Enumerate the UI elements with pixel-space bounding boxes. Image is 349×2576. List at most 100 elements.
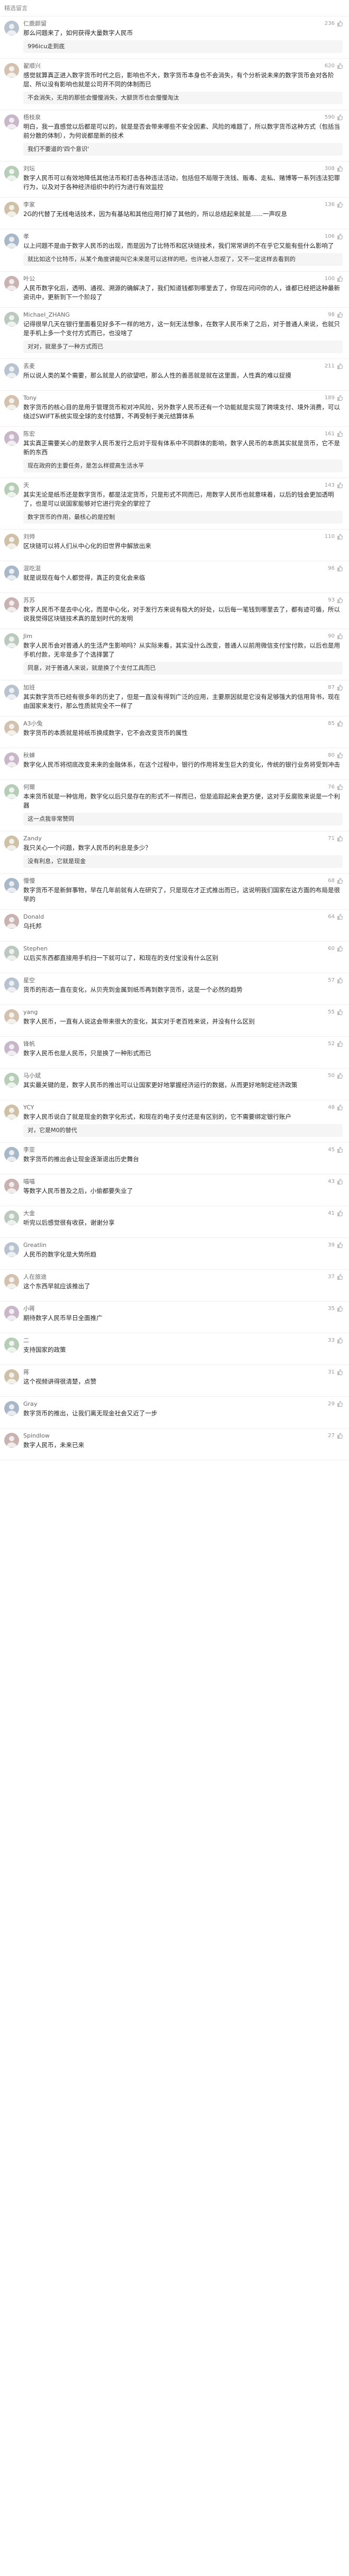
like-button[interactable]: 60 xyxy=(328,946,343,952)
like-button[interactable]: 136 xyxy=(325,202,343,208)
comment-username[interactable]: 李亚 xyxy=(23,1146,343,1154)
comment-username[interactable]: 大金 xyxy=(23,1209,343,1217)
comment-username[interactable]: 混吃混 xyxy=(23,564,343,572)
comment-username[interactable]: 梧枝泉 xyxy=(23,113,343,121)
comment-username[interactable]: 蒋 xyxy=(23,1368,343,1376)
comment-username[interactable]: 叶公 xyxy=(23,275,343,283)
like-button[interactable]: 90 xyxy=(328,633,343,639)
comment-username[interactable]: 人在旅途 xyxy=(23,1273,343,1281)
like-button[interactable]: 29 xyxy=(328,1401,343,1407)
user-avatar-icon[interactable] xyxy=(4,597,19,612)
comment-username[interactable]: 慢慢 xyxy=(23,877,343,885)
like-button[interactable]: 27 xyxy=(328,1433,343,1439)
user-avatar-icon[interactable] xyxy=(4,482,19,497)
like-button[interactable]: 76 xyxy=(328,784,343,790)
user-avatar-icon[interactable] xyxy=(4,1147,19,1162)
comment-username[interactable]: 星空 xyxy=(23,976,343,984)
like-button[interactable]: 50 xyxy=(328,1073,343,1079)
user-avatar-icon[interactable] xyxy=(4,1306,19,1321)
like-button[interactable]: 87 xyxy=(328,685,343,690)
like-button[interactable]: 590 xyxy=(325,114,343,120)
like-button[interactable]: 52 xyxy=(328,1041,343,1047)
user-avatar-icon[interactable] xyxy=(4,431,19,446)
like-button[interactable]: 68 xyxy=(328,878,343,884)
like-button[interactable]: 308 xyxy=(325,166,343,172)
like-button[interactable]: 57 xyxy=(328,977,343,983)
comment-username[interactable]: 二 xyxy=(23,1336,343,1344)
like-button[interactable]: 35 xyxy=(328,1306,343,1312)
comment-username[interactable]: 马小斌 xyxy=(23,1072,343,1080)
user-avatar-icon[interactable] xyxy=(4,752,19,767)
user-avatar-icon[interactable] xyxy=(4,1009,19,1024)
like-button[interactable]: 98 xyxy=(328,312,343,318)
like-button[interactable]: 96 xyxy=(328,566,343,571)
comment-username[interactable]: A3小兔 xyxy=(23,720,343,728)
like-button[interactable]: 143 xyxy=(325,482,343,488)
user-avatar-icon[interactable] xyxy=(4,166,19,181)
comment-username[interactable]: Zandy xyxy=(23,834,343,842)
user-avatar-icon[interactable] xyxy=(4,114,19,129)
user-avatar-icon[interactable] xyxy=(4,312,19,327)
comment-username[interactable]: yang xyxy=(23,1008,343,1016)
like-button[interactable]: 39 xyxy=(328,1242,343,1248)
like-button[interactable]: 620 xyxy=(325,63,343,69)
user-avatar-icon[interactable] xyxy=(4,276,19,291)
comment-username[interactable]: YCY xyxy=(23,1103,343,1111)
comment-username[interactable]: 翟顺兴 xyxy=(23,62,343,70)
like-button[interactable]: 45 xyxy=(328,1147,343,1153)
comment-username[interactable]: Donald xyxy=(23,913,343,921)
comment-username[interactable]: 锋帆 xyxy=(23,1040,343,1048)
user-avatar-icon[interactable] xyxy=(4,202,19,217)
like-button[interactable]: 43 xyxy=(328,1179,343,1184)
like-button[interactable]: 37 xyxy=(328,1274,343,1280)
user-avatar-icon[interactable] xyxy=(4,633,19,648)
like-button[interactable]: 64 xyxy=(328,914,343,920)
user-avatar-icon[interactable] xyxy=(4,1338,19,1352)
like-button[interactable]: 189 xyxy=(325,395,343,401)
like-button[interactable]: 55 xyxy=(328,1009,343,1015)
like-button[interactable]: 48 xyxy=(328,1105,343,1110)
comment-username[interactable]: Tony xyxy=(23,394,343,402)
comment-username[interactable]: Michael_ZHANG xyxy=(23,311,343,319)
user-avatar-icon[interactable] xyxy=(4,566,19,580)
user-avatar-icon[interactable] xyxy=(4,721,19,735)
like-button[interactable]: 211 xyxy=(325,363,343,369)
user-avatar-icon[interactable] xyxy=(4,977,19,992)
comment-username[interactable]: Stephen xyxy=(23,945,343,953)
like-button[interactable]: 110 xyxy=(325,534,343,540)
like-button[interactable]: 31 xyxy=(328,1369,343,1375)
user-avatar-icon[interactable] xyxy=(4,836,19,850)
like-button[interactable]: 85 xyxy=(328,721,343,726)
user-avatar-icon[interactable] xyxy=(4,685,19,699)
user-avatar-icon[interactable] xyxy=(4,878,19,893)
like-button[interactable]: 41 xyxy=(328,1210,343,1216)
user-avatar-icon[interactable] xyxy=(4,1274,19,1289)
user-avatar-icon[interactable] xyxy=(4,534,19,549)
comment-username[interactable]: 仁鹿颜留 xyxy=(23,20,343,28)
user-avatar-icon[interactable] xyxy=(4,395,19,410)
like-button[interactable]: 71 xyxy=(328,836,343,841)
comment-username[interactable]: 秋蝉 xyxy=(23,751,343,759)
user-avatar-icon[interactable] xyxy=(4,1433,19,1448)
user-avatar-icon[interactable] xyxy=(4,914,19,929)
user-avatar-icon[interactable] xyxy=(4,234,19,248)
like-button[interactable]: 33 xyxy=(328,1338,343,1343)
user-avatar-icon[interactable] xyxy=(4,1041,19,1056)
user-avatar-icon[interactable] xyxy=(4,1369,19,1384)
comment-username[interactable]: 刘坛 xyxy=(23,165,343,173)
comment-username[interactable]: Spindlow xyxy=(23,1432,343,1440)
user-avatar-icon[interactable] xyxy=(4,21,19,35)
comment-username[interactable]: 苏苏 xyxy=(23,596,343,604)
user-avatar-icon[interactable] xyxy=(4,784,19,799)
comment-username[interactable]: 李家 xyxy=(23,201,343,209)
like-button[interactable]: 80 xyxy=(328,752,343,758)
user-avatar-icon[interactable] xyxy=(4,63,19,78)
comment-username[interactable]: 丢麦 xyxy=(23,362,343,370)
like-button[interactable]: 236 xyxy=(325,21,343,26)
comment-username[interactable]: 何爾 xyxy=(23,783,343,791)
user-avatar-icon[interactable] xyxy=(4,1105,19,1119)
like-button[interactable]: 161 xyxy=(325,431,343,437)
like-button[interactable]: 93 xyxy=(328,597,343,603)
comment-username[interactable]: 小蒋 xyxy=(23,1305,343,1313)
user-avatar-icon[interactable] xyxy=(4,1073,19,1088)
